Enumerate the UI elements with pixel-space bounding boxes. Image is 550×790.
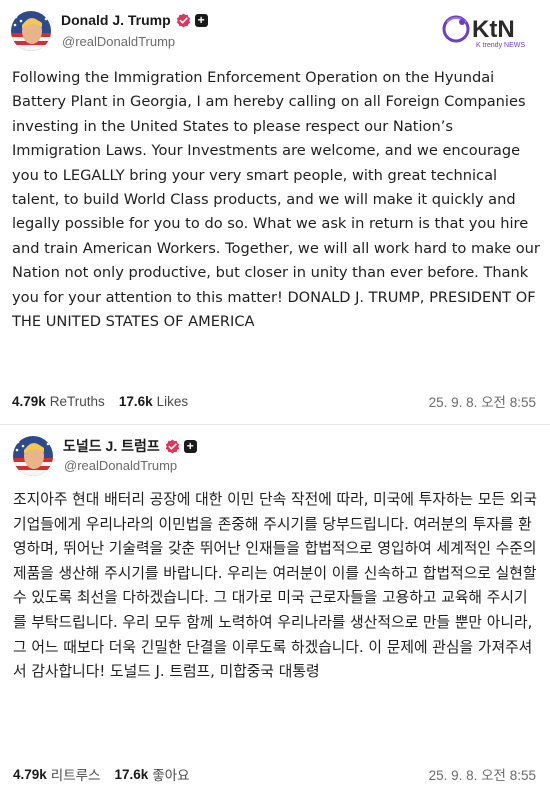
verified-badge-icon: [176, 13, 191, 28]
post-body: 조지아주 현대 배터리 공장에 대한 이민 단속 작전에 따라, 미국에 투자하…: [13, 491, 537, 681]
author-handle[interactable]: @realDonaldTrump: [64, 458, 177, 473]
plus-icon[interactable]: +: [183, 439, 197, 453]
post-stats: 4.79k ReTruths 17.6k Likes 25. 9. 8. 오전 …: [12, 391, 536, 411]
likes-label[interactable]: Likes: [157, 394, 189, 409]
retruths-count[interactable]: 4.79k: [13, 767, 47, 782]
plus-icon[interactable]: +: [194, 13, 208, 27]
likes-count[interactable]: 17.6k: [119, 394, 153, 409]
verified-badge-icon: [165, 439, 180, 454]
retruths-label[interactable]: ReTruths: [50, 394, 105, 409]
retruths-count[interactable]: 4.79k: [12, 394, 46, 409]
author-row: 도널드 J. 트럼프 +: [63, 436, 197, 456]
likes-label[interactable]: 좋아요: [152, 764, 189, 784]
post-timestamp[interactable]: 25. 9. 8. 오전 8:55: [429, 764, 536, 784]
post-stats: 4.79k 리트루스 17.6k 좋아요 25. 9. 8. 오전 8:55: [13, 764, 536, 784]
likes-count[interactable]: 17.6k: [114, 767, 148, 782]
author-row: Donald J. Trump +: [61, 12, 208, 28]
avatar[interactable]: [11, 11, 51, 51]
retruths-label[interactable]: 리트루스: [51, 764, 101, 784]
post-body: Following the Immigration Enforcement Op…: [12, 69, 540, 331]
divider: [0, 424, 550, 425]
post-korean: 도널드 J. 트럼프 + @realDonaldTrump 조지아주 현대 배터…: [0, 428, 550, 790]
post-english: Donald J. Trump + @realDonaldTrump Follo…: [0, 0, 550, 420]
author-name[interactable]: Donald J. Trump: [61, 12, 171, 28]
avatar[interactable]: [13, 436, 53, 476]
author-handle[interactable]: @realDonaldTrump: [62, 34, 175, 49]
post-timestamp[interactable]: 25. 9. 8. 오전 8:55: [429, 391, 536, 411]
author-name[interactable]: 도널드 J. 트럼프: [63, 436, 160, 456]
